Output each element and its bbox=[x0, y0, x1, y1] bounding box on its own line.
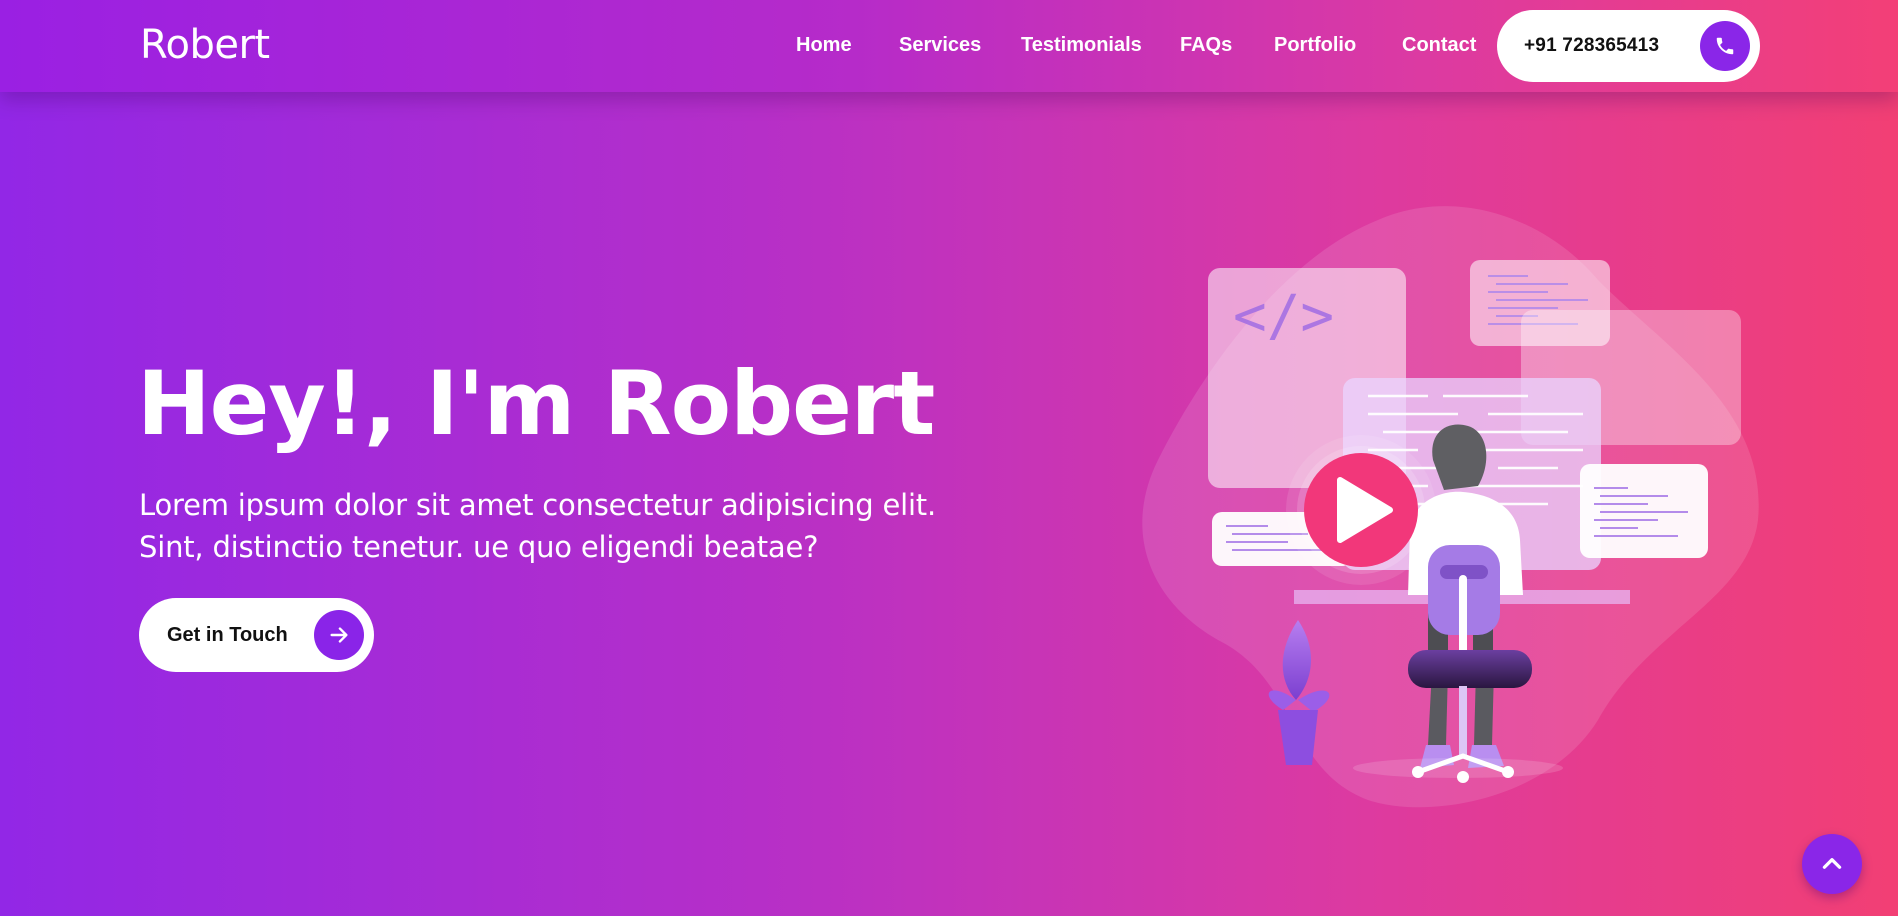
nav-link-contact[interactable]: Contact bbox=[1402, 34, 1476, 57]
hero-title: Hey!, I'm Robert bbox=[137, 352, 935, 455]
nav-link-faqs[interactable]: FAQs bbox=[1180, 34, 1232, 57]
nav-link-home[interactable]: Home bbox=[796, 34, 852, 57]
get-in-touch-label: Get in Touch bbox=[167, 624, 288, 646]
nav-link-services[interactable]: Services bbox=[899, 34, 981, 57]
hero-description-line-1: Lorem ipsum dolor sit amet consectetur a… bbox=[139, 488, 936, 522]
developer-illustration: </> bbox=[1142, 206, 1759, 808]
nav-link-portfolio[interactable]: Portfolio bbox=[1274, 34, 1356, 57]
navbar: Robert Home Services Testimonials FAQs P… bbox=[0, 0, 1898, 92]
code-symbol: </> bbox=[1233, 284, 1334, 349]
phone-number: +91 728365413 bbox=[1524, 35, 1660, 56]
chevron-up-icon bbox=[1822, 858, 1842, 869]
nav-link-testimonials[interactable]: Testimonials bbox=[1021, 34, 1142, 57]
get-in-touch-button[interactable]: Get in Touch bbox=[139, 598, 374, 672]
hero-description-line-2: Sint, distinctio tenetur. ue quo eligend… bbox=[139, 530, 819, 564]
hero-description: Lorem ipsum dolor sit amet consectetur a… bbox=[139, 484, 959, 568]
phone-contact-pill[interactable]: +91 728365413 bbox=[1497, 10, 1760, 82]
play-video-button[interactable] bbox=[1286, 435, 1436, 585]
arrow-right-icon bbox=[330, 627, 348, 643]
cta-arrow-circle bbox=[314, 610, 364, 660]
phone-call-button[interactable] bbox=[1700, 21, 1750, 71]
scroll-to-top-button[interactable] bbox=[1802, 834, 1862, 894]
brand-logo[interactable]: Robert bbox=[140, 22, 270, 68]
phone-icon bbox=[1716, 37, 1734, 55]
